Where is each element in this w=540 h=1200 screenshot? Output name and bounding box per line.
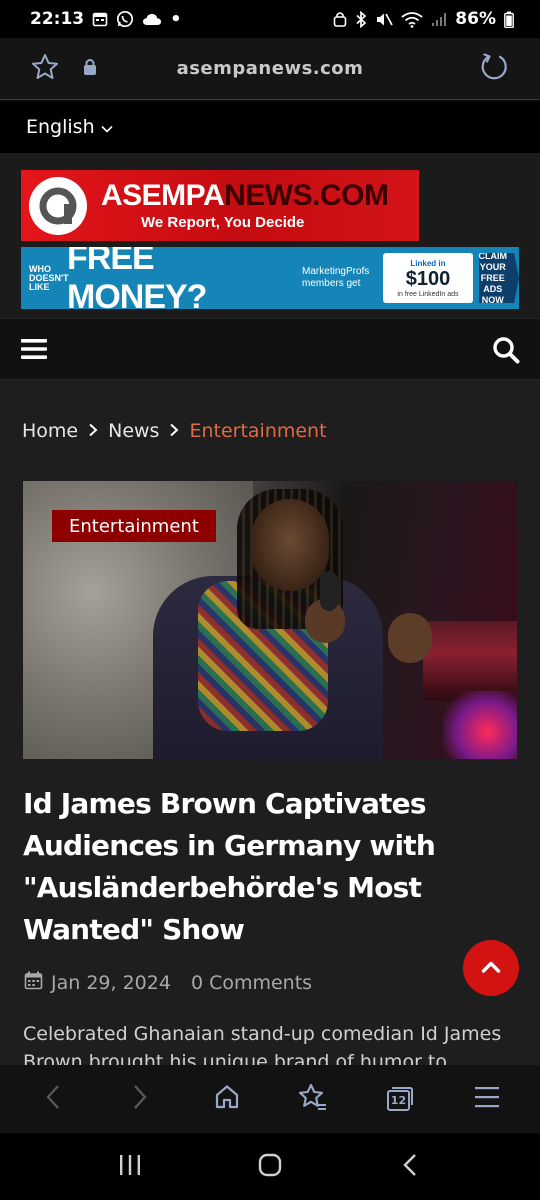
system-nav-bar xyxy=(0,1133,540,1200)
arrow-left-icon xyxy=(45,1084,61,1114)
article-date: Jan 29, 2024 xyxy=(51,972,171,994)
tabs-icon: 12 xyxy=(386,1086,414,1112)
calendar-notification-icon xyxy=(92,11,108,27)
system-home-button[interactable] xyxy=(240,1142,300,1192)
chevron-right-icon xyxy=(169,421,179,442)
logo-name: ASEMPANEWS.COM xyxy=(101,179,389,212)
site-nav-bar xyxy=(0,318,540,380)
hamburger-icon[interactable] xyxy=(21,338,47,364)
scroll-to-top-button[interactable] xyxy=(463,940,519,996)
ad-who: WHO DOESN'T LIKE xyxy=(29,263,69,292)
ad-box-amount: $100 xyxy=(405,267,451,290)
language-select[interactable]: English xyxy=(26,116,113,138)
home-icon xyxy=(214,1084,240,1114)
chevron-up-icon xyxy=(481,959,501,978)
whatsapp-icon xyxy=(116,10,134,28)
tab-count: 12 xyxy=(390,1094,407,1107)
image-hand-right xyxy=(388,613,432,663)
image-shelf xyxy=(423,621,517,701)
home-button[interactable] xyxy=(197,1069,257,1129)
article-featured-image[interactable]: Entertainment xyxy=(23,481,517,759)
system-back-button[interactable] xyxy=(380,1142,440,1192)
back-chevron-icon xyxy=(402,1153,418,1181)
recent-apps-button[interactable] xyxy=(100,1142,160,1192)
calendar-icon xyxy=(24,971,43,995)
menu-button[interactable] xyxy=(457,1069,517,1129)
wifi-icon xyxy=(401,11,423,28)
breadcrumb-entertainment[interactable]: Entertainment xyxy=(189,420,326,442)
article-title: Id James Brown Captivates Audiences in G… xyxy=(23,787,436,946)
article-meta: Jan 29, 2024 0 Comments xyxy=(24,971,312,995)
search-icon[interactable] xyxy=(492,336,520,368)
category-badge[interactable]: Entertainment xyxy=(52,510,216,542)
status-right: 86% xyxy=(333,9,514,29)
lock-icon[interactable] xyxy=(82,57,98,81)
back-button[interactable] xyxy=(23,1069,83,1129)
chevron-down-icon xyxy=(101,116,113,138)
bluetooth-icon xyxy=(355,10,367,28)
home-circle-icon xyxy=(258,1153,282,1181)
reload-icon[interactable] xyxy=(478,51,510,87)
ad-box-brand: Linked in xyxy=(410,258,446,268)
ad-headline: FREE MONEY? xyxy=(67,247,207,309)
breadcrumb-news[interactable]: News xyxy=(108,420,159,442)
menu-icon xyxy=(474,1086,499,1112)
battery-icon xyxy=(504,11,514,28)
status-time: 22:13 xyxy=(30,9,85,29)
recent-apps-icon xyxy=(118,1154,142,1180)
arrow-right-icon xyxy=(132,1084,148,1114)
more-notifications-dot: • xyxy=(170,8,182,30)
logo-name-light: ASEMPA xyxy=(101,179,225,212)
browser-url-bar: asempanews.com xyxy=(0,38,540,100)
language-bar: English xyxy=(0,101,540,153)
logo-tagline: We Report, You Decide xyxy=(141,214,305,231)
cloud-icon xyxy=(142,12,162,26)
breadcrumb-home[interactable]: Home xyxy=(22,420,78,442)
battery-percent: 86% xyxy=(455,9,496,29)
main-content: Home News Entertainment Entertainment Id… xyxy=(0,380,540,1073)
star-icon[interactable] xyxy=(30,52,60,86)
language-label: English xyxy=(26,116,95,138)
status-left: 22:13 • xyxy=(30,9,182,30)
ad-cta: CLAIM YOUR FREE ADS NOW xyxy=(478,253,519,303)
logo-mark-icon xyxy=(29,176,87,235)
signal-icon xyxy=(431,12,447,27)
bookmark-star-icon xyxy=(298,1083,328,1115)
logo-name-dark: NEWS.COM xyxy=(224,179,389,212)
ad-subtext: MarketingProfs members get xyxy=(302,266,370,289)
breadcrumb: Home News Entertainment xyxy=(22,420,327,442)
logo-text: ASEMPANEWS.COM We Report, You Decide xyxy=(101,179,389,232)
chevron-right-icon xyxy=(88,421,98,442)
site-logo[interactable]: ASEMPANEWS.COM We Report, You Decide xyxy=(21,170,419,241)
bookmarks-button[interactable] xyxy=(283,1069,343,1129)
url-text[interactable]: asempanews.com xyxy=(0,58,540,79)
status-bar: 22:13 • 86% xyxy=(0,0,540,38)
tabs-button[interactable]: 12 xyxy=(370,1069,430,1129)
image-microphone xyxy=(320,571,338,611)
browser-toolbar: 12 xyxy=(0,1065,540,1133)
ad-banner[interactable]: WHO DOESN'T LIKE FREE MONEY? MarketingPr… xyxy=(21,247,519,309)
article-comments-link[interactable]: 0 Comments xyxy=(191,972,312,994)
ad-offer-box: Linked in $100 in free LinkedIn ads xyxy=(383,253,473,303)
app-lock-icon xyxy=(333,11,347,27)
forward-button[interactable] xyxy=(110,1069,170,1129)
image-person-head xyxy=(251,499,329,591)
mute-icon xyxy=(375,11,394,28)
image-stage-light xyxy=(443,691,517,759)
site-header: ASEMPANEWS.COM We Report, You Decide WHO… xyxy=(0,153,540,318)
ad-box-sub: in free LinkedIn ads xyxy=(397,290,459,298)
